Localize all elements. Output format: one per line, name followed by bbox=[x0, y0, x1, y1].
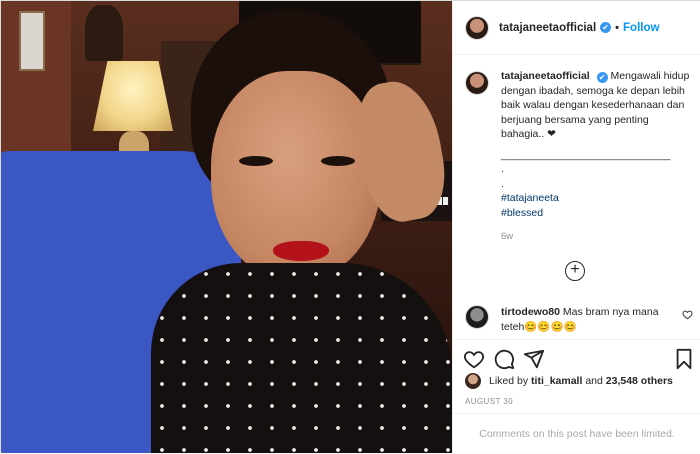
bookmark-icon[interactable] bbox=[673, 348, 695, 370]
caption: tatajaneetaofficial ✔ Mengawali hidup de… bbox=[465, 69, 693, 245]
load-more-comments-plus-icon[interactable]: + bbox=[565, 261, 585, 281]
caption-dot-2: . bbox=[501, 177, 504, 190]
photo-eye-left bbox=[239, 156, 273, 166]
post-side-panel: tatajaneetaofficial ✔ • Follow tatajanee… bbox=[452, 1, 700, 453]
hashtag-tatajaneeta[interactable]: #tatajaneeta bbox=[501, 191, 693, 206]
liker-avatar[interactable] bbox=[465, 373, 481, 389]
caption-dot-1: . bbox=[501, 163, 504, 175]
caption-timestamp[interactable]: 6w bbox=[501, 230, 693, 245]
comments-limited-notice: Comments on this post have been limited. bbox=[453, 413, 700, 453]
header-separator: • bbox=[615, 21, 620, 34]
caption-username[interactable]: tatajaneetaofficial bbox=[501, 70, 590, 82]
caption-body: tatajaneetaofficial ✔ Mengawali hidup de… bbox=[501, 69, 693, 245]
author-avatar[interactable] bbox=[465, 15, 489, 40]
comment-item: tirtodewo80 Mas bram nya mana teteh😊😊😊😊 bbox=[465, 305, 693, 334]
caption-avatar[interactable] bbox=[465, 71, 489, 95]
photo-polka-dot-dress bbox=[151, 263, 452, 453]
photo-frame bbox=[19, 11, 45, 71]
post-date[interactable]: AUGUST 30 bbox=[465, 397, 513, 406]
likes-prefix: Liked by bbox=[489, 375, 529, 387]
comment-like-heart-icon[interactable] bbox=[682, 309, 693, 323]
liker-username[interactable]: titi_kamall bbox=[531, 375, 582, 387]
post-photo[interactable] bbox=[1, 1, 452, 453]
likes-and: and bbox=[585, 375, 603, 387]
commenter-avatar[interactable] bbox=[465, 305, 489, 329]
likes-count[interactable]: 23,548 others bbox=[606, 375, 673, 387]
verified-badge-icon: ✔ bbox=[600, 22, 612, 33]
post-header: tatajaneetaofficial ✔ • Follow bbox=[453, 1, 700, 55]
hashtag-blessed[interactable]: #blessed bbox=[501, 206, 693, 221]
paper-plane-icon[interactable] bbox=[523, 348, 545, 370]
instagram-post: tatajaneetaofficial ✔ • Follow tatajanee… bbox=[0, 0, 700, 453]
comment-body: tirtodewo80 Mas bram nya mana teteh😊😊😊😊 bbox=[501, 305, 671, 334]
photo-eye-right bbox=[321, 156, 355, 166]
follow-button[interactable]: Follow bbox=[623, 22, 659, 34]
likes-summary: Liked by titi_kamall and 23,548 others bbox=[465, 373, 673, 389]
comment-icon[interactable] bbox=[493, 348, 515, 370]
commenter-username[interactable]: tirtodewo80 bbox=[501, 306, 560, 318]
caption-verified-badge-icon: ✔ bbox=[596, 72, 608, 83]
photo-lips bbox=[273, 241, 329, 261]
photo-statue bbox=[85, 5, 123, 61]
caption-divider: _____________________________ bbox=[501, 148, 671, 161]
author-username[interactable]: tatajaneetaofficial bbox=[499, 22, 596, 34]
heart-icon[interactable] bbox=[463, 348, 485, 370]
